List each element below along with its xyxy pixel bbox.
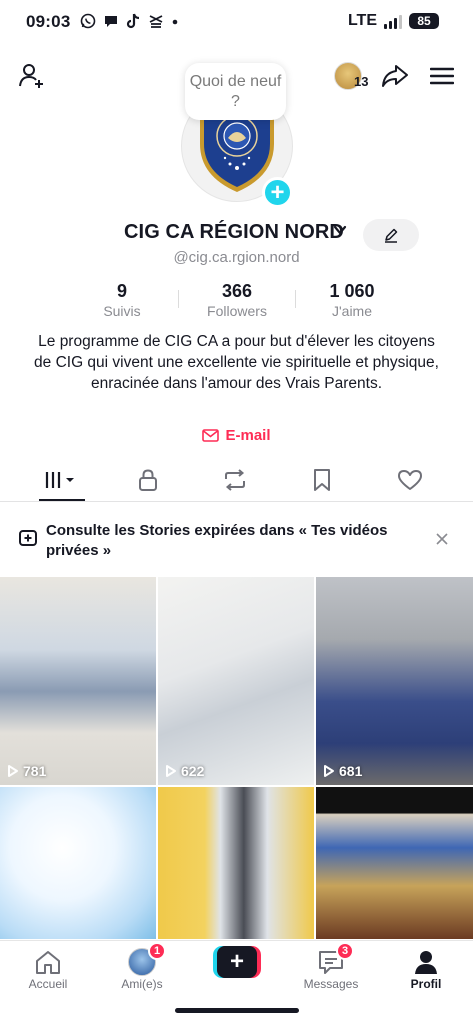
profile-stats: 9 Suivis 366 Followers 1 060 J'aime [0,281,473,321]
repost-icon [225,469,245,491]
add-story-icon [19,530,37,546]
lock-icon [139,469,157,491]
view-count: 781 [7,763,46,779]
following-count: 9 [116,281,127,301]
video-thumbnail[interactable]: 622 [158,577,314,785]
email-label: E-mail [225,427,271,444]
status-time: 09:03 [26,12,71,31]
view-count-value: 781 [23,763,47,779]
likes-stat[interactable]: 1 060 J'aime [312,281,392,319]
followers-stat[interactable]: 366 Followers [194,281,280,319]
videos-grid-icon [45,472,74,488]
tab-reposts[interactable] [213,466,257,494]
home-indicator[interactable] [175,1008,299,1013]
view-count: 681 [323,763,362,779]
stat-divider [295,290,296,308]
video-thumbnail[interactable] [158,787,314,939]
status-app-icons [80,13,179,33]
close-icon[interactable] [436,529,448,550]
followers-count: 366 [221,281,253,301]
video-thumbnail[interactable] [0,787,156,939]
profile-bio: Le programme de CIG CA a pour but d'élev… [34,333,439,392]
nav-friends[interactable]: Ami(e)s [102,947,182,991]
share-profile-button[interactable] [380,60,410,92]
plus-icon: + [270,178,285,206]
play-icon [8,765,18,777]
tab-favorites[interactable] [300,466,344,494]
tab-videos[interactable] [39,466,83,494]
following-stat[interactable]: 9 Suivis [92,281,152,319]
chat-bubble-icon [103,13,119,33]
tab-private[interactable] [126,466,170,494]
video-thumbnail[interactable]: 781 [0,577,156,785]
video-grid: 781 622 681 [0,577,473,939]
view-count: 622 [165,763,204,779]
profile-person-icon [415,951,437,974]
edit-profile-button[interactable] [363,219,419,251]
pencil-icon [385,228,398,243]
stat-divider [178,290,179,308]
nav-messages[interactable]: Messages [291,947,371,991]
home-icon [36,951,60,974]
expired-stories-banner[interactable]: Consulte les Stories expirées dans « Tes… [0,512,473,574]
username: @cig.ca.rgion.nord [173,249,300,266]
status-note-bubble[interactable]: Quoi de neuf ? [185,63,286,120]
nav-profile[interactable]: Profil [386,947,466,991]
profile-name[interactable]: CIG CA RÉGION NORD [124,221,344,244]
play-icon [166,765,176,777]
likes-count: 1 060 [329,281,375,301]
nav-home[interactable]: Accueil [8,947,88,991]
tab-liked[interactable] [388,466,432,494]
likes-label: J'aime [331,303,373,319]
create-video-button[interactable]: + [213,946,261,978]
status-right: LTE 85 [348,12,439,30]
story-count: 13 [354,74,369,89]
battery-icon: 85 [409,13,439,29]
video-thumbnail[interactable] [316,787,473,939]
plus-icon: + [217,946,257,978]
followers-label: Followers [207,303,267,319]
email-link[interactable]: E-mail [0,427,473,444]
name-row: CIG CA RÉGION NORD [0,219,473,251]
whatsapp-icon [80,13,96,33]
nav-profile-label: Profil [410,977,442,991]
play-icon [324,765,334,777]
video-thumbnail[interactable]: 681 [316,577,473,785]
nav-home-label: Accueil [28,977,68,991]
capcut-icon [148,13,164,33]
heart-icon [398,470,422,490]
share-arrow-icon [382,65,408,87]
bookmark-icon [314,469,330,491]
signal-icon [384,14,402,29]
messages-notification-badge: 3 [336,942,354,960]
add-story-button[interactable]: + [262,177,293,208]
hamburger-menu-icon [430,67,454,85]
mail-icon [202,429,220,442]
menu-button[interactable] [427,60,457,92]
chevron-down-icon[interactable] [333,223,347,242]
nav-messages-label: Messages [303,977,359,991]
network-label: LTE [347,12,377,29]
add-person-icon [19,64,43,88]
view-count-value: 681 [339,763,363,779]
status-bar: 09:03 LTE 85 [0,0,473,46]
tiktok-icon [126,13,141,33]
nav-friends-label: Ami(e)s [121,977,163,991]
add-friend-button[interactable] [16,60,48,92]
banner-text: Consulte les Stories expirées dans « Tes… [46,522,388,559]
profile-tabs [0,458,473,502]
dot-icon [171,13,179,33]
view-count-value: 622 [181,763,205,779]
active-tab-indicator [39,499,85,501]
following-label: Suivis [103,303,141,319]
friends-notification-badge: 1 [148,942,166,960]
